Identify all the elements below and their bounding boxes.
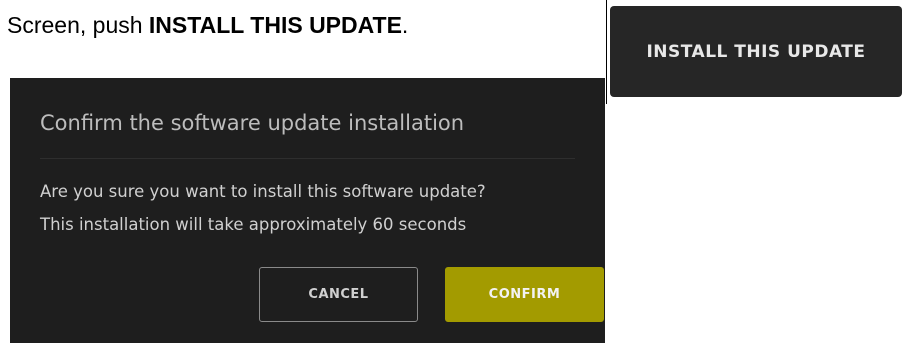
dialog-title: Confirm the software update installation — [40, 111, 465, 135]
dialog-separator — [40, 158, 575, 159]
vertical-divider — [606, 0, 607, 104]
confirm-update-dialog: Confirm the software update installation… — [10, 78, 605, 343]
instruction-emphasis: INSTALL THIS UPDATE — [148, 12, 402, 38]
instruction-prefix: Screen, push — [7, 12, 149, 38]
confirm-button-label: CONFIRM — [488, 287, 561, 302]
instruction-suffix: . — [401, 12, 409, 38]
instruction-text: Screen, push INSTALL THIS UPDATE. — [7, 12, 408, 39]
cancel-button-label: CANCEL — [308, 287, 369, 302]
dialog-message-line-1: Are you sure you want to install this so… — [40, 182, 486, 201]
cancel-button[interactable]: CANCEL — [259, 267, 418, 322]
install-update-label: INSTALL THIS UPDATE — [646, 41, 866, 62]
confirm-button[interactable]: CONFIRM — [445, 267, 604, 322]
install-update-button[interactable]: INSTALL THIS UPDATE — [610, 6, 902, 97]
dialog-message-line-2: This installation will take approximatel… — [40, 215, 467, 234]
